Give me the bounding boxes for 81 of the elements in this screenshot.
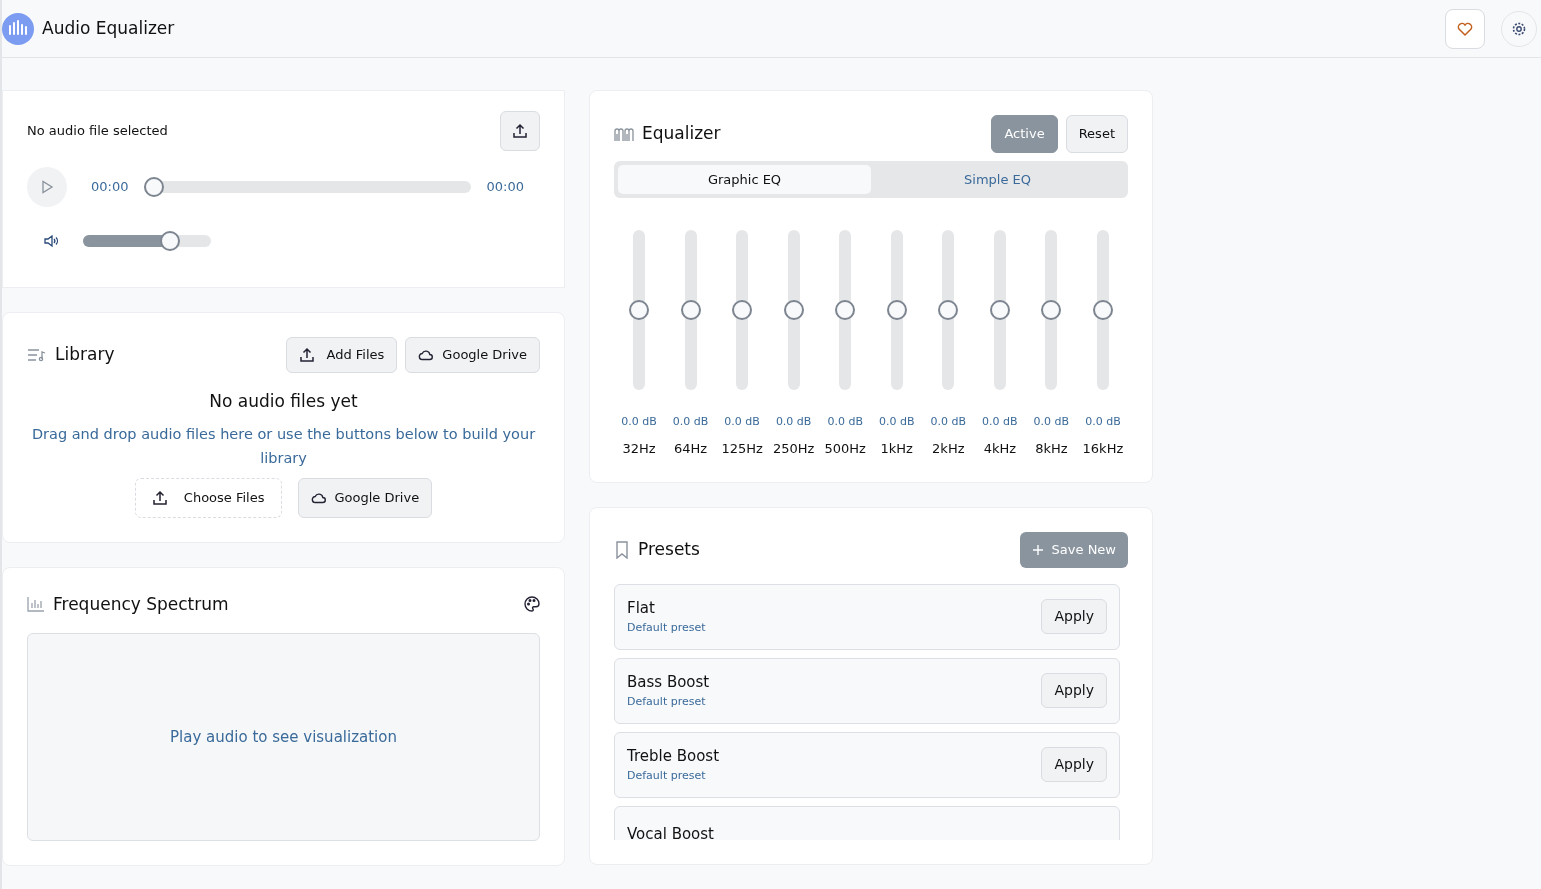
apply-button[interactable]: Apply — [1041, 673, 1107, 708]
current-time: 00:00 — [91, 178, 129, 197]
upload-icon — [151, 489, 168, 506]
eq-mode-tab[interactable]: Simple EQ — [871, 164, 1124, 194]
upload-button[interactable] — [500, 111, 540, 151]
library-title: Library — [55, 343, 115, 366]
band-gain: 0.0 dB — [827, 414, 863, 430]
upload-icon — [298, 346, 315, 363]
eq-mode-tab[interactable]: Graphic EQ — [618, 164, 871, 194]
palette-icon[interactable] — [524, 596, 540, 613]
empty-message: Drag and drop audio files here or use the buttons below to build your library — [30, 425, 537, 468]
play-button[interactable] — [27, 167, 67, 207]
apply-button[interactable]: Apply — [1041, 747, 1107, 782]
seek-slider[interactable] — [144, 177, 471, 197]
google-drive-button[interactable]: Google Drive — [297, 478, 433, 518]
band-frequency: 32Hz — [622, 439, 656, 458]
preset-row[interactable]: Vocal Boost — [614, 805, 1120, 840]
google-drive-button[interactable]: Google Drive — [405, 337, 540, 373]
gear-icon — [1511, 20, 1527, 37]
band-gain: 0.0 dB — [878, 414, 915, 430]
bar-chart-icon — [27, 596, 45, 613]
band-frequency: 4kHz — [983, 439, 1017, 458]
heart-icon — [1457, 20, 1473, 37]
preset-subtitle: Default preset — [627, 619, 706, 636]
file-status: No audio file selected — [27, 122, 168, 141]
band-gain: 0.0 dB — [930, 414, 967, 430]
band-gain: 0.0 dB — [621, 414, 657, 430]
band-slider[interactable] — [629, 230, 649, 390]
volume-slider[interactable] — [83, 231, 211, 251]
band-slider[interactable] — [1092, 230, 1113, 390]
preset-row[interactable]: Flat Default preset Apply — [614, 583, 1120, 650]
equalizer-title: Equalizer — [642, 122, 721, 145]
plus-icon — [1031, 543, 1044, 556]
preset-name: Flat — [627, 598, 656, 619]
band-slider[interactable] — [1041, 230, 1062, 390]
band-gain: 0.0 dB — [1033, 414, 1070, 430]
settings-button[interactable] — [1501, 10, 1537, 47]
band-gain: 0.0 dB — [724, 414, 760, 430]
play-icon — [40, 180, 54, 194]
preset-name: Treble Boost — [627, 746, 720, 767]
band-slider[interactable] — [938, 230, 959, 390]
upload-icon — [512, 123, 528, 139]
band-frequency: 8kHz — [1035, 439, 1068, 458]
band-frequency: 1kHz — [880, 439, 913, 458]
empty-title: No audio files yet — [208, 389, 359, 413]
volume-icon — [43, 233, 59, 249]
band-frequency: 64Hz — [673, 439, 708, 458]
visualization-message: Play audio to see visualization — [170, 726, 397, 748]
choose-files-button[interactable]: Choose Files — [134, 478, 282, 518]
preset-row[interactable]: Treble Boost Default preset Apply — [614, 731, 1120, 798]
band-frequency: 125Hz — [721, 439, 763, 458]
band-frequency: 250Hz — [772, 439, 815, 458]
presets-title: Presets — [638, 538, 700, 561]
band-slider[interactable] — [989, 230, 1010, 390]
app-title: Audio Equalizer — [42, 16, 175, 40]
preset-name: Bass Boost — [627, 672, 710, 693]
band-gain: 0.0 dB — [982, 414, 1018, 430]
bookmark-icon — [614, 540, 630, 559]
add-files-button[interactable]: Add Files — [285, 337, 398, 373]
band-slider[interactable] — [835, 230, 856, 390]
band-slider[interactable] — [732, 230, 753, 390]
band-frequency: 500Hz — [824, 439, 866, 458]
band-slider[interactable] — [886, 230, 907, 390]
band-slider[interactable] — [783, 230, 804, 390]
preset-name: Vocal Boost — [627, 823, 714, 840]
duration: 00:00 — [486, 178, 524, 197]
band-slider[interactable] — [680, 230, 701, 390]
band-frequency: 16kHz — [1082, 439, 1124, 458]
favorite-button[interactable] — [1445, 8, 1485, 49]
apply-button[interactable]: Apply — [1041, 599, 1107, 634]
preset-subtitle: Default preset — [627, 767, 707, 784]
preset-row[interactable]: Bass Boost Default preset Apply — [614, 657, 1120, 724]
spectrum-title: Frequency Spectrum — [53, 592, 229, 616]
reset-button[interactable]: Reset — [1065, 115, 1128, 153]
band-frequency: 2kHz — [932, 439, 965, 458]
band-gain: 0.0 dB — [775, 414, 812, 430]
equalizer-icon — [614, 125, 634, 142]
band-gain: 0.0 dB — [1085, 414, 1121, 430]
band-gain: 0.0 dB — [672, 414, 709, 430]
playlist-icon — [27, 346, 47, 363]
preset-subtitle: Default preset — [627, 693, 707, 710]
